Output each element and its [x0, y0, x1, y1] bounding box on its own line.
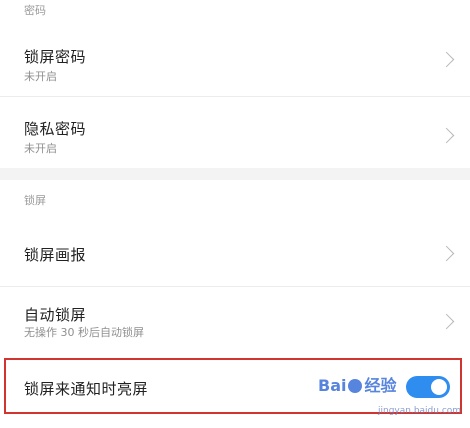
chevron-right-icon — [438, 51, 455, 68]
row-title: 锁屏密码 — [24, 48, 87, 66]
settings-row-lock-wallpaper[interactable]: 锁屏画报 — [0, 220, 470, 284]
watermark-url: jingyan.baidu.com — [378, 406, 462, 416]
row-subtitle: 未开启 — [24, 70, 57, 83]
settings-page: 密码 锁屏密码 未开启 隐私密码 未开启 锁屏 锁屏画报 自动锁屏 无操作 30… — [0, 0, 470, 428]
settings-row-privacy-password[interactable]: 隐私密码 未开启 — [0, 98, 470, 164]
settings-row-auto-lock[interactable]: 自动锁屏 无操作 30 秒后自动锁屏 — [0, 288, 470, 354]
row-title: 隐私密码 — [24, 120, 87, 138]
chevron-right-icon — [438, 127, 455, 144]
chevron-right-icon — [438, 245, 455, 262]
chevron-right-icon — [438, 313, 455, 330]
divider — [0, 286, 470, 287]
baidu-watermark-logo: Bai 经验 — [318, 372, 397, 404]
paw-icon — [348, 379, 363, 393]
section-header-lockscreen: 锁屏 — [24, 194, 46, 207]
section-gap — [0, 168, 470, 180]
watermark-brand-left: Bai — [318, 376, 347, 395]
row-subtitle: 无操作 30 秒后自动锁屏 — [24, 326, 144, 339]
watermark-brand-right: 经验 — [364, 376, 397, 395]
row-title: 自动锁屏 — [24, 306, 87, 324]
row-subtitle: 未开启 — [24, 142, 57, 155]
settings-row-lock-password[interactable]: 锁屏密码 未开启 — [0, 26, 470, 92]
divider — [0, 96, 470, 97]
row-title: 锁屏画报 — [24, 246, 87, 264]
section-header-password: 密码 — [24, 4, 46, 17]
